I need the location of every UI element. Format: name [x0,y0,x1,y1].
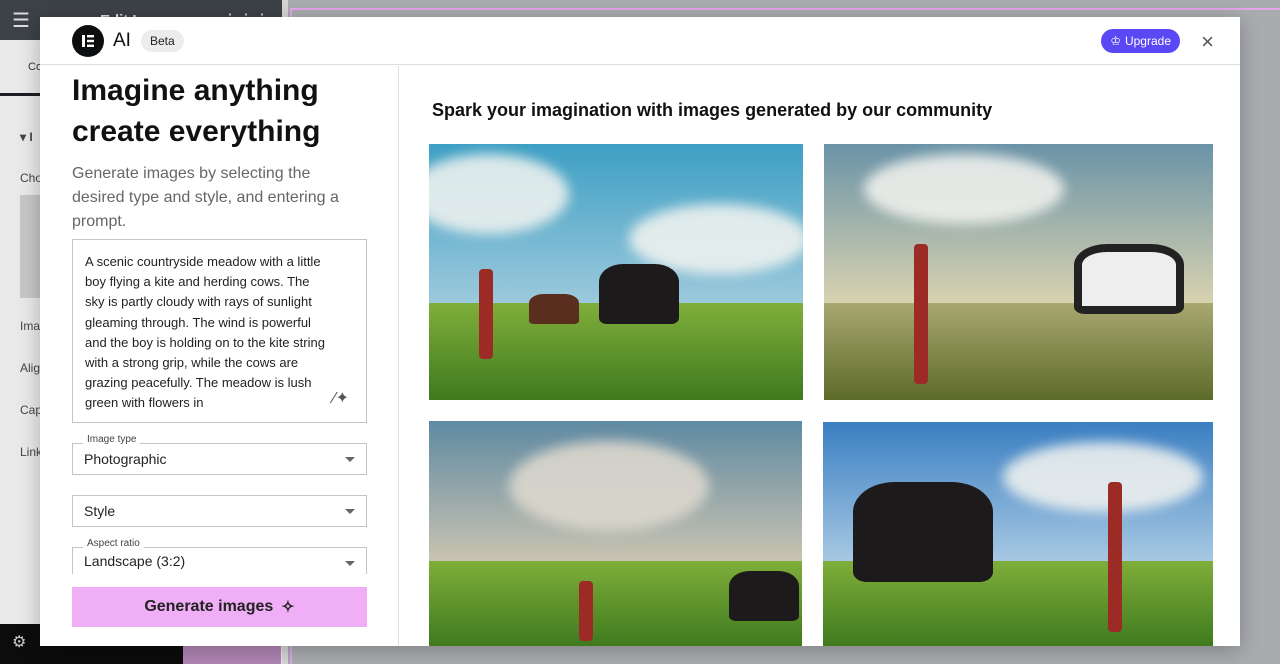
beta-badge: Beta [140,29,184,52]
label-caption: Cap [20,403,43,417]
elementor-logo-icon [72,24,104,57]
gallery-image[interactable] [824,144,1213,400]
gallery-image[interactable] [429,421,802,646]
style-placeholder: Style [84,503,116,519]
image-type-value: Photographic [84,451,167,467]
brand-label: AI [113,29,131,51]
chevron-down-icon [345,509,355,514]
gallery-panel: Spark your imagination with images gener… [400,66,1240,646]
section-toggle[interactable]: ▾ I [20,130,33,144]
chevron-down-icon [345,457,355,462]
image-type-select[interactable]: Image type Photographic [72,434,367,475]
modal-header: AI Beta ♔ Upgrade × [40,17,1240,65]
style-select[interactable]: Style [72,495,367,527]
crown-icon: ♔ [1110,34,1121,48]
gallery-image[interactable] [823,422,1213,646]
ai-modal: AI Beta ♔ Upgrade × Imagine anything crea… [40,17,1240,646]
generate-images-button[interactable]: Generate images ✧ [72,587,367,627]
image-type-label: Image type [83,434,141,445]
gallery-title: Spark your imagination with images gener… [432,100,993,120]
chevron-down-icon [345,561,355,566]
settings-icon[interactable]: ⚙ [12,634,26,651]
label-link: Link [20,445,43,459]
label-align: Alig [20,361,41,375]
label-image: Ima [20,319,41,333]
label-choose: Cho [20,171,43,185]
close-icon[interactable]: × [1201,29,1214,55]
page-title: Imagine anything create everything [72,74,321,148]
subheading: Generate images by selecting the desired… [72,165,339,230]
menu-icon[interactable]: ☰ [12,8,30,33]
aspect-ratio-label: Aspect ratio [83,538,144,549]
gallery-image[interactable] [429,144,803,400]
upgrade-button[interactable]: ♔ Upgrade [1101,29,1180,53]
prompt-panel: Imagine anything create everything Gener… [40,66,399,646]
magic-wand-icon[interactable]: ⁄✦ [333,388,349,408]
sparkle-icon: ✧ [281,599,295,616]
aspect-ratio-value: Landscape (3:2) [84,553,186,569]
aspect-ratio-select[interactable]: Aspect ratio Landscape (3:2) [72,538,367,574]
prompt-input[interactable]: A scenic countryside meadow with a littl… [72,239,367,423]
